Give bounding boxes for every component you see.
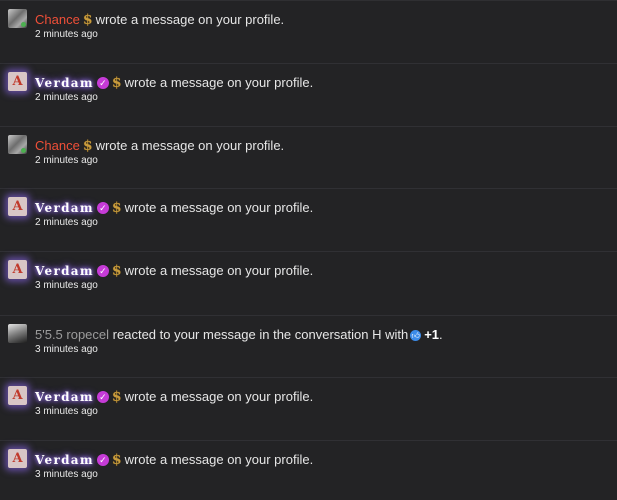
avatar[interactable] xyxy=(8,9,27,28)
notification-item[interactable]: A Verdam ✓ $ wrote a message on your profil… xyxy=(0,252,617,316)
avatar[interactable] xyxy=(8,135,27,154)
timestamp[interactable]: 2 minutes ago xyxy=(35,92,98,104)
action-text: wrote a message on your profile. xyxy=(124,75,314,90)
dollar-icon: $ xyxy=(111,75,122,91)
timestamp[interactable]: 2 minutes ago xyxy=(35,155,98,167)
timestamp[interactable]: 3 minutes ago xyxy=(35,344,98,356)
avatar[interactable]: A xyxy=(8,260,27,279)
notification-item[interactable]: A Verdam ✓ $ wrote a message on your profil… xyxy=(0,441,617,500)
avatar-glyph-icon: A xyxy=(12,199,23,214)
notification-text: Verdam ✓ $ wrote a message on your profile. xyxy=(35,452,313,468)
action-text: wrote a message on your profile. xyxy=(95,12,285,27)
username-link[interactable]: Chance xyxy=(35,138,80,153)
dollar-icon: $ xyxy=(111,200,122,216)
verified-check-icon: ✓ xyxy=(96,77,109,89)
thumbs-up-icon: 👍︎ xyxy=(410,330,422,341)
notification-item[interactable]: Chance $ wrote a message on your profile. … xyxy=(0,127,617,189)
username-link[interactable]: 5'5.5 ropecel xyxy=(35,327,109,342)
notification-text: Verdam ✓ $ wrote a message on your profile. xyxy=(35,389,313,405)
avatar[interactable] xyxy=(8,324,27,343)
notification-item[interactable]: A Verdam ✓ $ wrote a message on your profil… xyxy=(0,378,617,441)
action-text: wrote a message on your profile. xyxy=(124,389,314,404)
reaction-label: +1 xyxy=(424,327,440,342)
notification-item[interactable]: A Verdam ✓ $ wrote a message on your profil… xyxy=(0,64,617,127)
username-link[interactable]: Chance xyxy=(35,12,80,27)
verified-check-icon: ✓ xyxy=(96,265,109,277)
notification-text: Chance $ wrote a message on your profile. xyxy=(35,12,284,28)
timestamp[interactable]: 3 minutes ago xyxy=(35,280,98,292)
action-text: wrote a message on your profile. xyxy=(124,200,314,215)
timestamp[interactable]: 2 minutes ago xyxy=(35,29,98,41)
dollar-icon: $ xyxy=(111,263,122,279)
username-link[interactable]: Verdam xyxy=(35,201,94,215)
dollar-icon: $ xyxy=(82,138,93,154)
notification-text: Chance $ wrote a message on your profile. xyxy=(35,138,284,154)
verified-check-icon: ✓ xyxy=(96,391,109,403)
notification-text: Verdam ✓ $ wrote a message on your profile. xyxy=(35,263,313,279)
avatar[interactable]: A xyxy=(8,386,27,405)
notification-text: Verdam ✓ $ wrote a message on your profile. xyxy=(35,75,313,91)
action-text: wrote a message on your profile. xyxy=(124,452,314,467)
notification-item[interactable]: Chance $ wrote a message on your profile. … xyxy=(0,1,617,64)
action-text: reacted to your message in the conversat… xyxy=(112,327,409,342)
dollar-icon: $ xyxy=(82,12,93,28)
avatar[interactable]: A xyxy=(8,449,27,468)
username-link[interactable]: Verdam xyxy=(35,76,94,90)
verified-check-icon: ✓ xyxy=(96,202,109,214)
avatar[interactable]: A xyxy=(8,197,27,216)
action-text: wrote a message on your profile. xyxy=(124,263,314,278)
timestamp[interactable]: 3 minutes ago xyxy=(35,406,98,418)
avatar-glyph-icon: A xyxy=(12,74,23,89)
notification-list: Chance $ wrote a message on your profile. … xyxy=(0,0,617,500)
username-link[interactable]: Verdam xyxy=(35,264,94,278)
action-text: wrote a message on your profile. xyxy=(95,138,285,153)
avatar-glyph-icon: A xyxy=(12,262,23,277)
dollar-icon: $ xyxy=(111,452,122,468)
timestamp[interactable]: 3 minutes ago xyxy=(35,469,98,481)
notification-item[interactable]: A Verdam ✓ $ wrote a message on your profil… xyxy=(0,189,617,252)
avatar-glyph-icon: A xyxy=(12,388,23,403)
notification-item[interactable]: 5'5.5 ropecel reacted to your message in… xyxy=(0,316,617,378)
avatar[interactable]: A xyxy=(8,72,27,91)
avatar-glyph-icon: A xyxy=(12,451,23,466)
dollar-icon: $ xyxy=(111,389,122,405)
notification-text: 5'5.5 ropecel reacted to your message in… xyxy=(35,327,443,343)
username-link[interactable]: Verdam xyxy=(35,390,94,404)
notification-text: Verdam ✓ $ wrote a message on your profile. xyxy=(35,200,313,216)
username-link[interactable]: Verdam xyxy=(35,453,94,467)
reaction-period: . xyxy=(439,327,443,342)
verified-check-icon: ✓ xyxy=(96,454,109,466)
timestamp[interactable]: 2 minutes ago xyxy=(35,217,98,229)
